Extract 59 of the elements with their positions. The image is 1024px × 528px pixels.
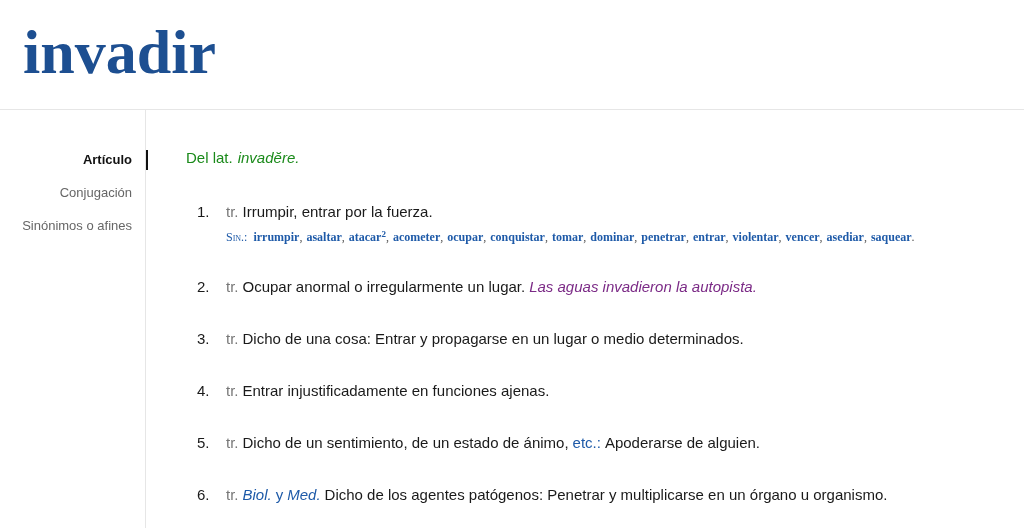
separator: , bbox=[544, 229, 548, 245]
synonym-link[interactable]: asediar bbox=[826, 229, 864, 245]
abbreviation: y bbox=[275, 485, 284, 505]
nav-link[interactable]: Artículo bbox=[82, 150, 148, 170]
synonym-link[interactable]: conquistar bbox=[490, 229, 545, 245]
synonym-link[interactable]: saquear bbox=[870, 229, 912, 245]
page-title: invadir bbox=[23, 20, 216, 83]
definition-text: Apoderarse de alguien. bbox=[604, 433, 761, 453]
synonym-link[interactable]: atacar$^{2}$ bbox=[348, 229, 386, 245]
field-abbreviation: Biol. bbox=[242, 485, 272, 505]
synonym-link[interactable]: ocupar bbox=[447, 229, 484, 245]
definition-number: 4. bbox=[197, 381, 211, 401]
separator: , bbox=[341, 229, 345, 245]
definition-number: 6. bbox=[197, 485, 211, 505]
separator: , bbox=[685, 229, 689, 245]
definition-text: Dicho de un sentimiento, de un estado de ánimo, bbox=[242, 433, 569, 453]
definition-number: 5. bbox=[197, 433, 211, 453]
separator: , bbox=[583, 229, 587, 245]
usage-example: Las aguas invadieron la autopista. bbox=[529, 277, 757, 297]
definition-number: 2. bbox=[197, 277, 211, 297]
synonym-link[interactable]: penetrar bbox=[641, 229, 686, 245]
definition-text: Irrumpir, entrar por la fuerza. bbox=[242, 202, 433, 222]
separator: . bbox=[911, 229, 915, 245]
synonym-link[interactable]: tomar bbox=[551, 229, 584, 245]
separator: , bbox=[778, 229, 782, 245]
synonym-link[interactable]: vencer bbox=[785, 229, 820, 245]
separator: , bbox=[863, 229, 867, 245]
grammar-category: tr. bbox=[226, 381, 239, 401]
separator: , bbox=[483, 229, 487, 245]
synonym-link[interactable]: violentar bbox=[732, 229, 779, 245]
definition-number: 3. bbox=[197, 329, 211, 349]
synonym-link[interactable]: asaltar bbox=[306, 229, 342, 245]
separator: , bbox=[299, 229, 303, 245]
definition-text: Entrar injustificadamente en funciones ajenas. bbox=[242, 381, 550, 401]
definition-text: Dicho de una cosa: Entrar y propagarse en un lugar o medio determinados. bbox=[242, 329, 744, 349]
nav-link[interactable]: Conjugación bbox=[59, 183, 148, 203]
synonym-link[interactable]: entrar bbox=[692, 229, 726, 245]
abbreviation: etc.: bbox=[572, 433, 601, 453]
grammar-category: tr. bbox=[226, 329, 239, 349]
synonym-link[interactable]: irrumpir bbox=[253, 229, 300, 245]
definition-text: Ocupar anormal o irregularmente un lugar. bbox=[242, 277, 526, 297]
separator: , bbox=[819, 229, 823, 245]
separator: , bbox=[634, 229, 638, 245]
synonym-link[interactable]: acometer bbox=[392, 229, 441, 245]
definition-text: Dicho de los agentes patógenos: Penetrar y multiplicarse en un órgano u organismo. bbox=[324, 485, 888, 505]
grammar-category: tr. bbox=[226, 277, 239, 297]
separator: , bbox=[725, 229, 729, 245]
nav-link[interactable]: Sinónimos o afines bbox=[22, 216, 148, 236]
synonyms-label: Sin.: bbox=[226, 229, 248, 245]
grammar-category: tr. bbox=[226, 433, 239, 453]
etymology-text: Del lat. bbox=[186, 148, 233, 168]
synonym-link[interactable]: dominar bbox=[590, 229, 635, 245]
field-abbreviation: Med. bbox=[287, 485, 321, 505]
grammar-category: tr. bbox=[226, 485, 239, 505]
grammar-category: tr. bbox=[226, 202, 239, 222]
separator: , bbox=[440, 229, 444, 245]
etymology-word: invadĕre. bbox=[237, 148, 300, 168]
separator: , bbox=[385, 229, 389, 245]
definition-number: 1. bbox=[197, 202, 211, 222]
